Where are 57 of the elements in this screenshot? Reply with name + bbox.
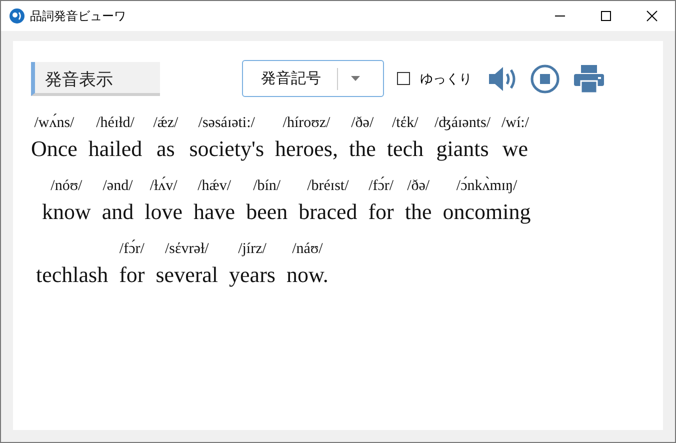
phonetic-transcription: /sέvrəɫ/	[165, 241, 209, 259]
word: as	[156, 136, 175, 162]
caret-icon	[351, 76, 360, 81]
slow-label: ゆっくり	[420, 70, 472, 88]
word: heroes,	[275, 136, 338, 162]
phonetic-transcription: /ɫʌ́v/	[150, 178, 178, 196]
window-title: 品詞発音ビューワ	[30, 8, 126, 24]
phonetic-transcription: /ʤáɪənts/	[434, 115, 490, 133]
phonetic-transcription: /híroʊz/	[282, 115, 330, 133]
phonetic-transcription: /bréɪst/	[307, 178, 349, 196]
word: society's	[189, 136, 264, 162]
slow-checkbox[interactable]	[397, 72, 410, 85]
phonetic-transcription: /náʊ/	[292, 241, 323, 259]
word: the	[348, 136, 376, 162]
word: love	[144, 199, 183, 225]
word: know	[42, 199, 91, 225]
notation-dropdown[interactable]: 発音記号	[242, 60, 384, 97]
word: oncoming	[442, 199, 531, 225]
stop-icon[interactable]	[530, 64, 560, 94]
word: have	[194, 199, 236, 225]
word: tech	[386, 136, 424, 162]
phonetic-transcription: /héɪɫd/	[96, 115, 134, 133]
maximize-icon[interactable]	[600, 10, 612, 22]
phonetic-transcription: /ðə/	[407, 178, 430, 196]
phonetic-transcription: /hǽv/	[198, 178, 231, 196]
phonetic-transcription: /wí:/	[502, 115, 530, 133]
phonetic-transcription: /ɔ́nkʌ̀mɪŋ/	[456, 178, 518, 196]
word: for	[119, 262, 145, 288]
word: and	[102, 199, 134, 225]
word: the	[404, 199, 432, 225]
phonetic-transcription: /ǽz/	[153, 115, 178, 133]
word: techlash	[36, 262, 108, 288]
word: years	[229, 262, 276, 288]
app-icon	[9, 8, 25, 24]
speaker-icon[interactable]	[488, 66, 516, 92]
word: hailed	[88, 136, 142, 162]
word: Once	[31, 136, 78, 162]
phonetic-transcription: /fɔ́r/	[119, 241, 144, 259]
word: for	[368, 199, 394, 225]
word: been	[246, 199, 288, 225]
phonetic-transcription: /wʌ́ns/	[34, 115, 74, 133]
phonetic-transcription: /jírz/	[238, 241, 266, 259]
word: braced	[298, 199, 358, 225]
word: we	[502, 136, 528, 162]
section-heading: 発音表示	[31, 62, 160, 96]
word: several	[156, 262, 218, 288]
phonetic-transcription: /ðə/	[351, 115, 374, 133]
phonetic-transcription: /fɔ́r/	[368, 178, 394, 196]
phonetic-transcription: /səsáɪəti:/	[198, 115, 255, 133]
print-icon[interactable]	[574, 64, 604, 92]
word: giants	[436, 136, 489, 162]
close-icon[interactable]	[646, 10, 658, 22]
phonetic-transcription: /nóʊ/	[50, 178, 82, 196]
phonetic-transcription: /ənd/	[102, 178, 133, 196]
phonetic-transcription: /bín/	[253, 178, 281, 196]
phonetic-transcription: /tέk/	[392, 115, 418, 133]
word: now.	[286, 262, 328, 288]
